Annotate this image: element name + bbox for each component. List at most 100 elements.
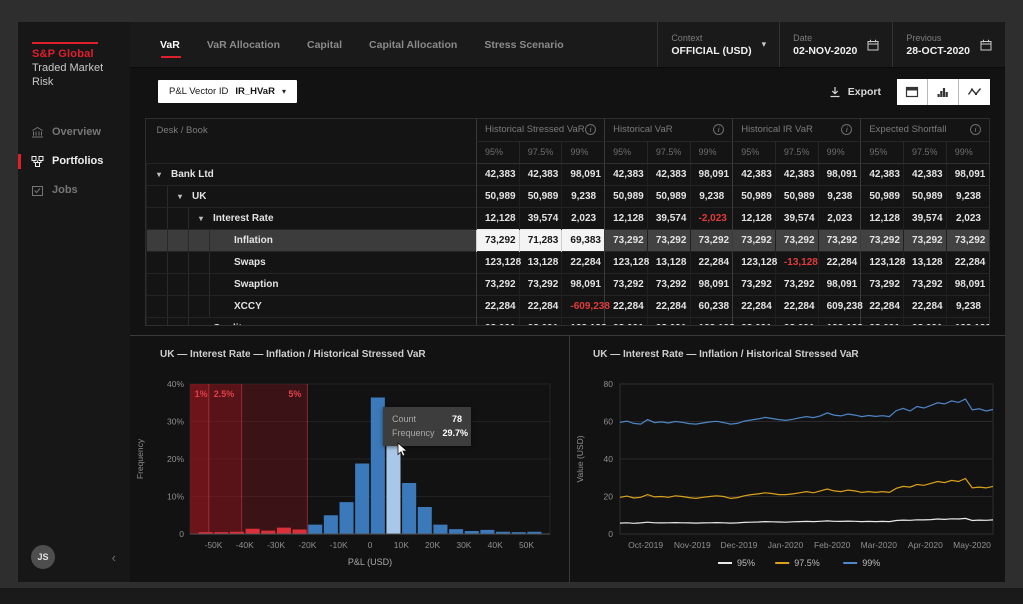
value-cell[interactable]: 98,091: [946, 273, 989, 295]
previous-date-selector[interactable]: Previous 28-OCT-2020: [892, 22, 1005, 67]
line-chart[interactable]: 020406080Oct-2019Nov-2019Dec-2019Jan-202…: [570, 368, 1003, 580]
value-cell[interactable]: 9,238: [818, 185, 861, 207]
info-icon[interactable]: i: [585, 124, 596, 135]
value-cell[interactable]: 22,284: [733, 295, 776, 317]
value-cell[interactable]: 13,128: [647, 251, 690, 273]
value-cell[interactable]: 39,574: [904, 207, 947, 229]
table-row-bank-ltd[interactable]: ▾Bank Ltd42,38342,38398,09142,38342,3839…: [147, 163, 990, 185]
sidebar-item-portfolios[interactable]: Portfolios: [18, 147, 130, 176]
value-cell[interactable]: 2,023: [562, 207, 605, 229]
value-cell[interactable]: 22,284: [647, 295, 690, 317]
value-cell[interactable]: 12,128: [733, 207, 776, 229]
info-icon[interactable]: i: [970, 124, 981, 135]
histogram-chart[interactable]: 010%20%30%40%1%2.5%5%-50K-40K-30K-20K-10…: [130, 368, 570, 580]
histogram-view-button[interactable]: [928, 79, 959, 105]
value-cell[interactable]: 50,989: [904, 185, 947, 207]
value-cell[interactable]: 73,292: [477, 229, 520, 251]
value-cell[interactable]: 98,091: [733, 317, 776, 326]
risk-table-container[interactable]: Desk / BookHistorical Stressed VaRiHisto…: [145, 118, 990, 326]
value-cell[interactable]: 123,128: [562, 317, 605, 326]
value-cell[interactable]: 73,292: [861, 273, 904, 295]
value-cell[interactable]: 39,574: [775, 207, 818, 229]
desk-book-cell[interactable]: ▾UK: [147, 185, 477, 207]
value-cell[interactable]: 42,383: [519, 163, 562, 185]
value-cell[interactable]: 98,091: [562, 273, 605, 295]
value-cell[interactable]: 22,284: [818, 251, 861, 273]
value-cell[interactable]: 73,292: [647, 229, 690, 251]
value-cell[interactable]: -2,023: [690, 207, 733, 229]
value-cell[interactable]: 73,292: [904, 229, 947, 251]
value-cell[interactable]: 73,292: [818, 229, 861, 251]
date-selector[interactable]: Date 02-NOV-2020: [779, 22, 892, 67]
value-cell[interactable]: 42,383: [733, 163, 776, 185]
value-cell[interactable]: 22,284: [775, 295, 818, 317]
value-cell[interactable]: 98,091: [818, 163, 861, 185]
value-cell[interactable]: 22,284: [477, 295, 520, 317]
value-cell[interactable]: 50,989: [775, 185, 818, 207]
value-cell[interactable]: -13,128: [775, 251, 818, 273]
value-cell[interactable]: 73,292: [904, 273, 947, 295]
value-cell[interactable]: -609,238: [562, 295, 605, 317]
value-cell[interactable]: 609,238: [818, 295, 861, 317]
sidebar-item-jobs[interactable]: Jobs: [18, 176, 130, 205]
desk-book-cell[interactable]: ▸Credit: [147, 317, 477, 326]
value-cell[interactable]: 98,091: [690, 163, 733, 185]
table-view-button[interactable]: [897, 79, 928, 105]
value-cell[interactable]: 22,284: [904, 295, 947, 317]
value-cell[interactable]: 22,284: [562, 251, 605, 273]
tab-capital-allocation[interactable]: Capital Allocation: [369, 22, 457, 67]
desk-book-cell[interactable]: ▾Interest Rate: [147, 207, 477, 229]
value-cell[interactable]: 42,383: [647, 163, 690, 185]
value-cell[interactable]: 98,091: [477, 317, 520, 326]
value-cell[interactable]: 22,284: [946, 251, 989, 273]
value-cell[interactable]: 12,128: [477, 207, 520, 229]
desk-book-cell[interactable]: Inflation: [147, 229, 477, 251]
value-cell[interactable]: 98,091: [861, 317, 904, 326]
value-cell[interactable]: 69,383: [562, 229, 605, 251]
value-cell[interactable]: 50,989: [861, 185, 904, 207]
value-cell[interactable]: 22,284: [861, 295, 904, 317]
expand-caret-icon[interactable]: ▸: [199, 324, 207, 327]
value-cell[interactable]: 50,989: [605, 185, 648, 207]
value-cell[interactable]: 60,238: [690, 295, 733, 317]
sidebar-item-overview[interactable]: Overview: [18, 118, 130, 147]
value-cell[interactable]: 73,292: [733, 273, 776, 295]
value-cell[interactable]: 39,574: [647, 207, 690, 229]
value-cell[interactable]: 9,238: [946, 185, 989, 207]
value-cell[interactable]: 98,091: [775, 317, 818, 326]
value-cell[interactable]: 42,383: [904, 163, 947, 185]
value-cell[interactable]: 2,023: [946, 207, 989, 229]
table-row-interest-rate[interactable]: ▾Interest Rate12,12839,5742,02312,12839,…: [147, 207, 990, 229]
table-row-swaption[interactable]: Swaption73,29273,29298,09173,29273,29298…: [147, 273, 990, 295]
value-cell[interactable]: 73,292: [605, 273, 648, 295]
value-cell[interactable]: 73,292: [775, 229, 818, 251]
value-cell[interactable]: 98,091: [647, 317, 690, 326]
table-row-swaps[interactable]: Swaps123,12813,12822,284123,12813,12822,…: [147, 251, 990, 273]
table-row-inflation[interactable]: Inflation73,29271,28369,38373,29273,2927…: [147, 229, 990, 251]
value-cell[interactable]: 123,128: [477, 251, 520, 273]
tab-var-allocation[interactable]: VaR Allocation: [207, 22, 280, 67]
value-cell[interactable]: 123,128: [946, 317, 989, 326]
value-cell[interactable]: 50,989: [519, 185, 562, 207]
collapse-caret-icon[interactable]: ▾: [157, 170, 165, 179]
value-cell[interactable]: 12,128: [861, 207, 904, 229]
pl-vector-id-dropdown[interactable]: P&L Vector ID IR_HVaR ▾: [158, 80, 297, 103]
value-cell[interactable]: 73,292: [861, 229, 904, 251]
value-cell[interactable]: 22,284: [519, 295, 562, 317]
value-cell[interactable]: 9,238: [946, 295, 989, 317]
desk-book-cell[interactable]: XCCY: [147, 295, 477, 317]
value-cell[interactable]: 98,091: [562, 163, 605, 185]
collapse-caret-icon[interactable]: ▾: [199, 214, 207, 223]
value-cell[interactable]: 9,238: [690, 185, 733, 207]
desk-book-cell[interactable]: ▾Bank Ltd: [147, 163, 477, 185]
desk-book-cell[interactable]: Swaption: [147, 273, 477, 295]
table-row-credit[interactable]: ▸Credit98,09198,091123,12898,09198,09112…: [147, 317, 990, 326]
value-cell[interactable]: 39,574: [519, 207, 562, 229]
value-cell[interactable]: 98,091: [605, 317, 648, 326]
value-cell[interactable]: 42,383: [605, 163, 648, 185]
value-cell[interactable]: 13,128: [519, 251, 562, 273]
value-cell[interactable]: 98,091: [519, 317, 562, 326]
value-cell[interactable]: 9,238: [562, 185, 605, 207]
value-cell[interactable]: 50,989: [733, 185, 776, 207]
info-icon[interactable]: i: [713, 124, 724, 135]
